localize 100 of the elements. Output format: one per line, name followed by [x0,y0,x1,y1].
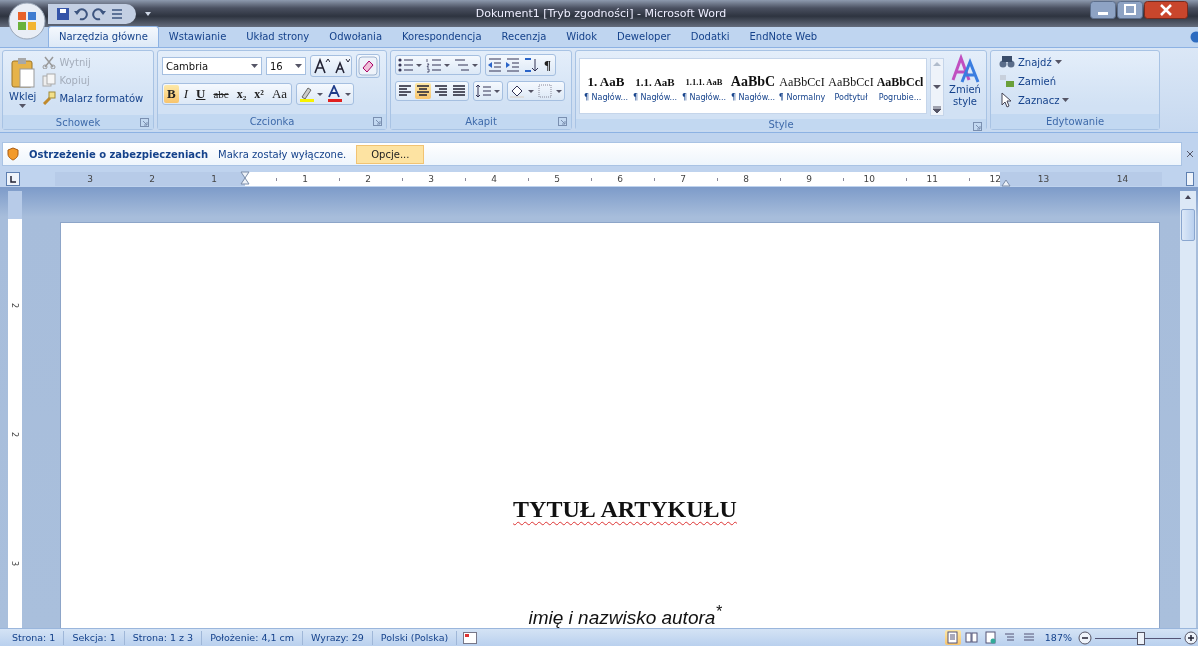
brush-icon [42,91,57,105]
ruler-number: 10 [862,173,875,186]
document-title: TYTUŁ ARTYKUŁU [513,496,737,523]
caret-icon [19,104,27,109]
print-layout-icon[interactable] [944,630,961,645]
ruler-number: 9 [805,173,812,186]
font-color-icon[interactable] [326,85,353,103]
ruler-number: 5 [553,173,560,186]
ruler-number: 7 [679,173,686,186]
status-item[interactable]: Strona: 1 [4,630,65,645]
editing-button[interactable]: Zamień [999,73,1056,89]
replace-icon [999,73,1015,89]
more-icon [931,105,943,115]
ribbon-tab[interactable]: Korespondencja [392,27,492,47]
ruler-number: 11 [925,173,938,186]
ruler-number: 1 [301,173,308,186]
format-button[interactable]: x₂ [233,85,250,103]
close-icon[interactable] [1186,150,1194,158]
gallery-scrollbar[interactable] [930,58,944,116]
options-button[interactable]: Opcje... [356,144,425,164]
ribbon-tab[interactable]: EndNote Web [739,27,828,47]
change-styles-button[interactable]: Zmień style [947,54,983,116]
editing-button[interactable]: Znajdź [999,54,1062,70]
ribbon-tab[interactable]: Narzędzia główne [48,26,159,47]
ruler-number: 3 [10,560,20,567]
ribbon-tab[interactable]: Odwołania [319,27,393,47]
scroll-up-icon[interactable] [1184,193,1192,201]
group-label: Style [768,119,794,130]
clear-formatting-icon[interactable] [356,54,380,78]
format-button[interactable]: x² [251,85,267,103]
ruler-toggle-icon[interactable] [1186,172,1194,186]
zoom-out-icon[interactable] [1078,630,1092,645]
slider-thumb[interactable] [1136,631,1145,645]
author-line: imię i nazwisko autora$^{*}$ [528,603,722,630]
paint-bucket-icon[interactable] [509,83,535,99]
scissors-icon [42,55,57,69]
close-icon[interactable] [1144,1,1188,19]
ribbon-tab[interactable]: Wstawianie [158,27,237,47]
reading-layout-icon[interactable] [963,630,980,645]
highlighter-icon[interactable] [298,85,325,103]
group-label: Akapit [465,116,497,127]
increase-indent-icon[interactable] [505,57,521,73]
font-size-field[interactable]: 16 [266,57,306,75]
redo-icon[interactable] [92,6,106,21]
show-formatting-button[interactable]: ¶ [541,56,555,74]
ruler-number: 12 [988,173,1001,186]
paste-button[interactable]: Wklej [7,54,39,112]
format-button[interactable]: B [164,85,179,103]
numbered-list-icon[interactable] [425,57,451,73]
ribbon-tab[interactable]: Dodatki [680,27,740,47]
ruler-number: 2 [364,173,371,186]
status-item[interactable]: Strona: 1 z 3 [124,630,203,645]
caret-icon [1062,97,1070,103]
sort-icon[interactable] [523,57,539,73]
editing-button[interactable]: Zaznacz [999,92,1070,108]
save-icon[interactable] [56,6,70,21]
window-title: Dokument1 [Tryb zgodności] - Microsoft Word [474,7,728,20]
zoom-in-icon[interactable] [1184,630,1198,645]
web-layout-icon[interactable] [982,630,999,645]
ribbon-tab[interactable]: Recenzja [491,27,557,47]
zoom-slider[interactable] [1095,631,1181,644]
decrease-indent-icon[interactable] [487,57,503,73]
status-item[interactable]: Sekcja: 1 [64,630,125,645]
macro-record-icon[interactable] [463,631,478,644]
bullet-list-icon[interactable] [397,57,423,73]
dropdown-icon [251,63,258,69]
status-item[interactable]: Położenie: 4,1 cm [202,630,304,645]
grow-font-icon[interactable] [312,57,330,75]
font-name-field[interactable]: Cambria [162,57,262,75]
customize-caret-icon[interactable] [144,9,152,18]
scroll-up-icon [931,59,943,69]
align-center-icon[interactable] [415,83,431,99]
ribbon-tab[interactable]: Deweloper [607,27,681,47]
shrink-font-icon[interactable] [332,57,350,75]
minimize-icon[interactable] [1090,1,1116,19]
clipboard-button[interactable]: Malarz formatów [42,91,144,105]
zoom-level[interactable]: 187% [1044,632,1072,643]
multilevel-list-icon[interactable] [453,57,479,73]
binoculars-icon [999,54,1015,70]
tab-stop-icon[interactable] [6,172,20,186]
ribbon-tab[interactable]: Widok [556,27,607,47]
maximize-icon[interactable] [1117,1,1143,19]
format-button[interactable]: Aa [268,85,291,103]
align-left-icon[interactable] [397,83,413,99]
undo-icon[interactable] [74,6,88,21]
format-button[interactable]: U [193,85,209,103]
format-button[interactable]: abc [210,85,232,103]
line-spacing-icon[interactable] [473,81,503,101]
justify-icon[interactable] [451,83,467,99]
status-item[interactable]: Wyrazy: 29 [303,630,373,645]
group-label: Schowek [55,116,101,128]
dropdown-icon [295,63,302,69]
align-right-icon[interactable] [433,83,449,99]
ruler-number: 14 [1116,173,1129,186]
ribbon-tab[interactable]: Układ strony [236,27,320,47]
indent-marker-icon[interactable] [240,171,250,187]
format-button[interactable]: I [180,85,191,103]
shield-icon [7,147,19,161]
scroll-thumb[interactable] [1181,209,1195,241]
status-item[interactable]: Polski (Polska) [372,630,458,645]
